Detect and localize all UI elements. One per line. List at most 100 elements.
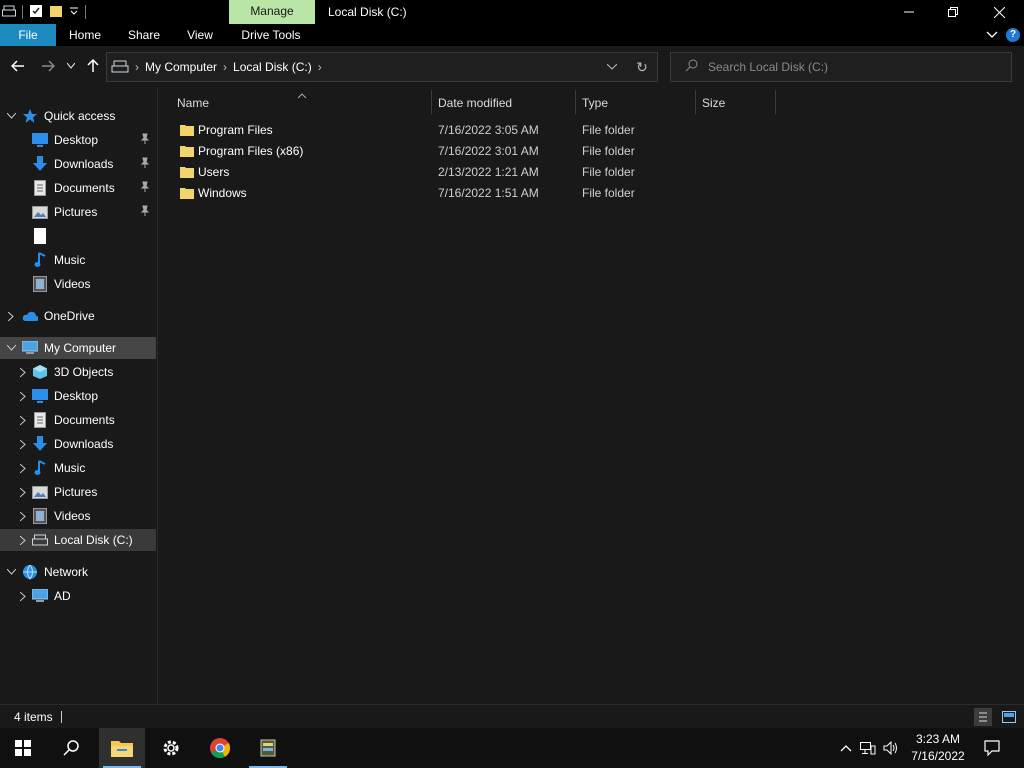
breadcrumb-my-computer[interactable]: My Computer — [145, 60, 217, 74]
customize-toolbar-icon[interactable] — [69, 5, 79, 19]
pin-icon — [140, 181, 152, 195]
tab-share[interactable]: Share — [124, 24, 164, 46]
chevron-right-icon[interactable] — [0, 361, 32, 383]
column-header-name[interactable]: Name — [177, 90, 431, 116]
file-name: Windows — [198, 186, 247, 200]
start-button[interactable] — [0, 728, 46, 768]
sidebar-item-network[interactable]: Network — [0, 561, 156, 583]
music-icon — [32, 252, 48, 268]
new-folder-icon[interactable] — [49, 4, 63, 21]
chrome-taskbar-button[interactable] — [197, 728, 243, 768]
tab-view[interactable]: View — [182, 24, 218, 46]
search-input[interactable]: Search Local Disk (C:) — [670, 52, 1012, 82]
app-taskbar-button[interactable] — [245, 728, 291, 768]
column-header-type[interactable]: Type — [582, 90, 694, 116]
sidebar-item-downloads[interactable]: Downloads — [0, 433, 156, 455]
chevron-right-icon[interactable] — [0, 385, 32, 407]
chevron-right-icon[interactable] — [0, 409, 32, 431]
column-header-size[interactable]: Size — [702, 90, 774, 116]
details-view-button[interactable] — [974, 708, 992, 726]
drive-icon[interactable] — [2, 5, 16, 20]
action-center-button[interactable] — [970, 728, 1014, 768]
sidebar-item-label: Pictures — [54, 485, 98, 499]
sidebar-item-desktop[interactable]: Desktop — [0, 385, 156, 407]
chevron-down-icon[interactable] — [0, 337, 22, 359]
chevron-right-icon[interactable] — [0, 457, 32, 479]
table-row[interactable]: Users 2/13/2022 1:21 AM File folder — [170, 162, 790, 183]
recent-locations-button[interactable] — [62, 56, 80, 76]
table-row[interactable]: Windows 7/16/2022 1:51 AM File folder — [170, 183, 790, 204]
chevron-right-icon[interactable] — [0, 529, 32, 551]
help-icon[interactable]: ? — [1006, 28, 1020, 42]
search-button[interactable] — [48, 728, 94, 768]
expand-ribbon-icon[interactable] — [986, 28, 998, 42]
network-tray-button[interactable] — [856, 741, 880, 755]
sidebar-item-file[interactable] — [0, 225, 156, 247]
sidebar-item-desktop[interactable]: Desktop — [0, 129, 156, 151]
column-divider[interactable] — [431, 90, 432, 114]
column-divider[interactable] — [575, 90, 576, 114]
sidebar-item-videos[interactable]: Videos — [0, 273, 156, 295]
sidebar-item-documents[interactable]: Documents — [0, 409, 156, 431]
sidebar-item-local-disk[interactable]: Local Disk (C:) — [0, 529, 156, 551]
breadcrumb-local-disk[interactable]: Local Disk (C:) — [233, 60, 312, 74]
videos-icon — [32, 276, 48, 292]
chevron-right-icon[interactable]: › — [223, 60, 227, 74]
close-button[interactable] — [976, 0, 1022, 24]
address-history-dropdown[interactable] — [597, 64, 627, 70]
chevron-down-icon[interactable] — [0, 105, 22, 127]
tab-manage[interactable]: Manage — [229, 0, 315, 24]
up-arrow-icon — [87, 59, 99, 72]
chevron-down-icon — [607, 64, 617, 70]
column-divider[interactable] — [695, 90, 696, 114]
sidebar-item-onedrive[interactable]: OneDrive — [0, 305, 156, 327]
chevron-right-icon[interactable] — [0, 585, 32, 607]
forward-button[interactable] — [38, 56, 58, 76]
large-icons-view-button[interactable] — [1000, 708, 1018, 726]
refresh-button[interactable]: ↻ — [627, 59, 657, 76]
sidebar-item-downloads[interactable]: Downloads — [0, 153, 156, 175]
sidebar-item-3d-objects[interactable]: 3D Objects — [0, 361, 156, 383]
documents-icon — [32, 412, 48, 428]
sidebar-item-videos[interactable]: Videos — [0, 505, 156, 527]
drive-icon — [32, 532, 48, 548]
minimize-button[interactable] — [886, 0, 932, 24]
chevron-right-icon[interactable] — [0, 433, 32, 455]
chevron-right-icon[interactable] — [0, 305, 22, 327]
tab-drive-tools[interactable]: Drive Tools — [236, 24, 306, 46]
properties-icon[interactable] — [29, 4, 43, 21]
restore-button[interactable] — [930, 0, 976, 24]
tab-home[interactable]: Home — [64, 24, 106, 46]
table-row[interactable]: Program Files 7/16/2022 3:05 AM File fol… — [170, 120, 790, 141]
file-name: Program Files (x86) — [198, 144, 304, 158]
sidebar-item-music[interactable]: Music — [0, 249, 156, 271]
file-name: Program Files — [198, 123, 273, 137]
settings-taskbar-button[interactable] — [148, 728, 194, 768]
column-divider[interactable] — [775, 90, 776, 114]
taskbar-clock[interactable]: 3:23 AM 7/16/2022 — [904, 728, 972, 768]
sidebar-item-my-computer[interactable]: My Computer — [0, 337, 156, 359]
sidebar-item-documents[interactable]: Documents — [0, 177, 156, 199]
volume-tray-button[interactable] — [880, 741, 902, 755]
chevron-right-icon[interactable]: › — [135, 60, 139, 74]
column-header-date-modified[interactable]: Date modified — [438, 90, 574, 116]
up-button[interactable] — [83, 56, 103, 76]
sidebar-item-pictures[interactable]: Pictures — [0, 201, 156, 223]
sidebar-item-label: My Computer — [44, 341, 117, 355]
table-row[interactable]: Program Files (x86) 7/16/2022 3:01 AM Fi… — [170, 141, 790, 162]
sidebar-item-quick-access[interactable]: Quick access — [0, 105, 156, 127]
chevron-down-icon[interactable] — [0, 561, 22, 583]
show-hidden-icons-button[interactable] — [836, 744, 856, 752]
sidebar-item-music[interactable]: Music — [0, 457, 156, 479]
file-explorer-taskbar-button[interactable] — [99, 728, 145, 768]
back-button[interactable] — [8, 56, 28, 76]
sidebar-item-ad[interactable]: AD — [0, 585, 156, 607]
chevron-right-icon[interactable]: › — [318, 60, 322, 74]
tab-file[interactable]: File — [0, 24, 56, 46]
toolbar-separator — [22, 5, 23, 19]
chrome-icon — [210, 738, 231, 759]
chevron-right-icon[interactable] — [0, 505, 32, 527]
address-bar[interactable]: › My Computer › Local Disk (C:) › ↻ — [106, 52, 658, 82]
chevron-right-icon[interactable] — [0, 481, 32, 503]
sidebar-item-pictures[interactable]: Pictures — [0, 481, 156, 503]
